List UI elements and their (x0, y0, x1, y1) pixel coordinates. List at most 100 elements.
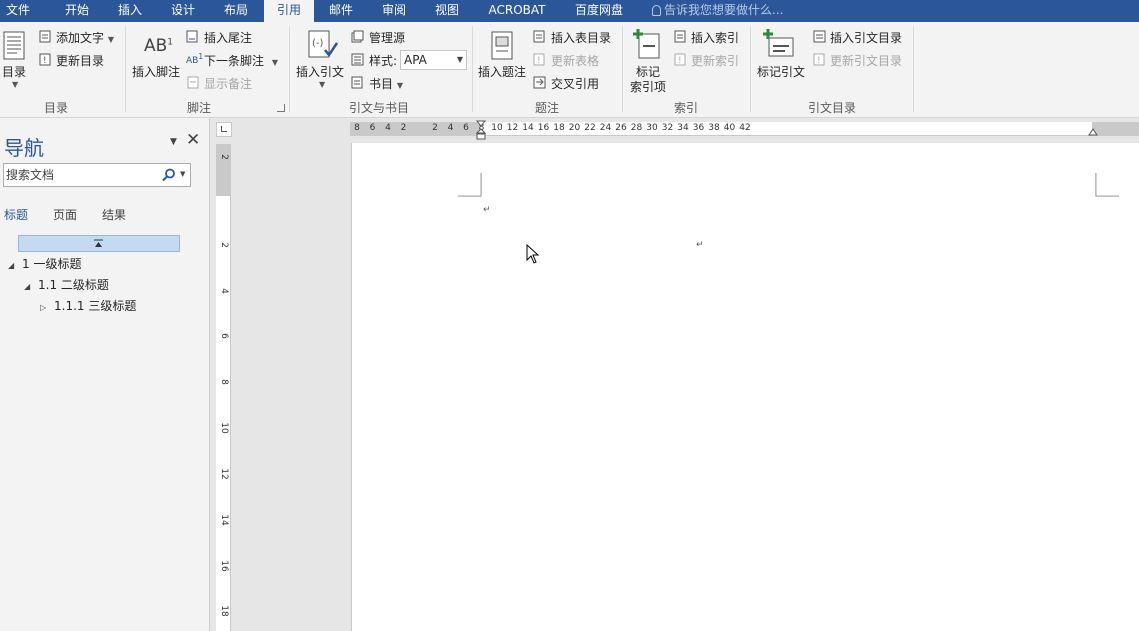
indent-marker-icon[interactable] (476, 120, 486, 144)
tab-acrobat[interactable]: ACROBAT (481, 0, 553, 22)
cross-reference-button[interactable]: 交叉引用 (551, 75, 599, 92)
tab-pages[interactable]: 页面 (53, 206, 77, 223)
update-index-icon: ! (674, 53, 686, 66)
nav-search-box[interactable]: ▼ (3, 163, 191, 187)
insert-table-of-figures-icon (533, 30, 545, 43)
toc-group-label: 目录 (44, 101, 69, 115)
insert-caption-icon (491, 31, 513, 60)
document-page[interactable]: ↵ ↵ (351, 143, 1139, 631)
ruler-number: 2 (400, 123, 407, 133)
tab-home[interactable]: 开始 (53, 0, 101, 22)
close-icon[interactable]: ✕ (186, 130, 200, 150)
insert-toa-button[interactable]: 插入引文目录 (830, 29, 902, 46)
tab-headings[interactable]: 标题 (4, 206, 28, 223)
right-indent-marker-icon[interactable] (1088, 128, 1098, 136)
expanded-triangle-icon[interactable]: ◢ (24, 282, 38, 291)
tab-review[interactable]: 审阅 (370, 0, 418, 22)
insert-citation-label: 插入引文 (296, 65, 345, 79)
group-separator (913, 26, 914, 112)
chevron-down-icon[interactable]: ▼ (180, 170, 185, 178)
nav-options-icon[interactable]: ▼ (170, 137, 177, 147)
crop-mark-top-right (1095, 173, 1119, 197)
cross-reference-icon (533, 76, 546, 89)
insert-index-icon (674, 30, 686, 43)
tab-design[interactable]: 设计 (159, 0, 207, 22)
bibliography-button[interactable]: 书目 ▼ (369, 75, 403, 92)
tell-me-box[interactable]: 告诉我您想要做什么... (652, 0, 783, 22)
mark-entry-icon (633, 29, 660, 59)
ruler-number: 12 (219, 468, 229, 480)
collapsed-triangle-icon[interactable]: ▷ (40, 303, 54, 312)
ruler-number: 8 (219, 379, 229, 385)
update-table-button[interactable]: 更新表格 (551, 52, 599, 69)
tab-mailings[interactable]: 邮件 (317, 0, 365, 22)
crop-mark-top-left (458, 173, 482, 197)
update-toc-button[interactable]: 更新目录 (56, 52, 104, 69)
heading-item[interactable]: ◢ 1.1 二级标题 (24, 276, 109, 293)
citation-dropdown-arrow: ▼ (319, 80, 326, 89)
tab-baidu-netdisk[interactable]: 百度网盘 (568, 0, 630, 22)
update-toc-icon: ! (39, 53, 51, 66)
svg-text:!: ! (537, 56, 541, 66)
svg-text:!: ! (817, 56, 821, 66)
tab-selector[interactable] (216, 122, 232, 137)
group-separator (622, 26, 623, 112)
ruler-number: 42 (739, 123, 751, 133)
update-toa-button[interactable]: 更新引文目录 (830, 52, 902, 69)
show-notes-button[interactable]: 显示备注 (204, 75, 252, 92)
group-separator (472, 26, 473, 112)
svg-text:!: ! (678, 56, 682, 66)
insert-index-button[interactable]: 插入索引 (691, 29, 739, 46)
right-margin-area (1092, 122, 1139, 136)
expanded-triangle-icon[interactable]: ◢ (8, 261, 22, 270)
heading-item[interactable]: ▷ 1.1.1 三级标题 (40, 297, 136, 314)
update-index-button[interactable]: 更新索引 (691, 52, 739, 69)
insert-toa-icon (813, 30, 826, 43)
dialog-launcher-icon[interactable] (277, 104, 285, 112)
group-separator (750, 26, 751, 112)
paragraph-mark-icon: ↵ (483, 205, 491, 215)
insert-endnote-icon (186, 30, 198, 43)
show-notes-icon (187, 76, 199, 89)
footnotes-group-label: 脚注 (187, 101, 212, 115)
ruler-number: 10 (219, 422, 229, 434)
search-icon[interactable] (162, 168, 176, 182)
horizontal-ruler[interactable]: 8 6 4 2 2 4 6 8 10 12 14 16 18 20 22 24 26 28 30 32 34 36 38 40… (350, 120, 1139, 140)
tab-results[interactable]: 结果 (102, 206, 126, 223)
citation-style-value: APA (404, 53, 427, 67)
next-footnote-icon: AB1 (186, 52, 204, 66)
left-tab-icon (221, 126, 227, 132)
tab-references[interactable]: 引用 (264, 0, 314, 22)
svg-text:(-): (-) (312, 38, 324, 49)
collapse-all-bar[interactable] (18, 235, 180, 252)
vertical-ruler[interactable]: 2 2 4 6 8 10 12 14 16 18 (216, 144, 231, 631)
tab-view[interactable]: 视图 (423, 0, 471, 22)
ribbon: 目录 ▼ 添加文字 ▼ ! 更新目录 目录 AB1 插入脚注 插入尾注 AB1 … (0, 22, 1139, 118)
ruler-number: 14 (219, 514, 229, 526)
tab-layout[interactable]: 布局 (212, 0, 260, 22)
next-footnote-button[interactable]: 下一条脚注 ▼ (204, 52, 278, 69)
ribbon-tab-bar: 文件 开始 插入 设计 布局 引用 邮件 审阅 视图 ACROBAT 百度网盘 … (0, 0, 1139, 22)
insert-endnote-button[interactable]: 插入尾注 (204, 29, 252, 46)
tab-file[interactable]: 文件 (0, 0, 36, 22)
manage-sources-button[interactable]: 管理源 (369, 29, 405, 46)
mark-entry-label-2: 索引项 (630, 80, 667, 94)
add-text-button[interactable]: 添加文字 ▼ (56, 29, 114, 46)
tell-me-text: 告诉我您想要做什么... (664, 3, 784, 17)
citation-style-select[interactable]: APA ▼ (400, 50, 467, 70)
insert-table-of-figures-button[interactable]: 插入表目录 (551, 29, 611, 46)
insert-caption-label: 插入题注 (478, 65, 527, 79)
nav-pane-title: 导航 (4, 136, 44, 160)
search-input[interactable] (6, 167, 156, 183)
collapse-up-icon (94, 239, 103, 247)
group-separator (125, 26, 126, 112)
mouse-pointer-icon (526, 244, 540, 264)
ruler-number: 4 (219, 288, 229, 294)
tab-insert[interactable]: 插入 (106, 0, 154, 22)
toa-group-label: 引文目录 (808, 101, 857, 115)
ruler-number: 2 (219, 242, 229, 248)
svg-text:!: ! (43, 56, 47, 66)
captions-group-label: 题注 (535, 101, 560, 115)
heading-item[interactable]: ◢ 1 一级标题 (8, 255, 81, 272)
ruler-number: 16 (219, 560, 229, 572)
